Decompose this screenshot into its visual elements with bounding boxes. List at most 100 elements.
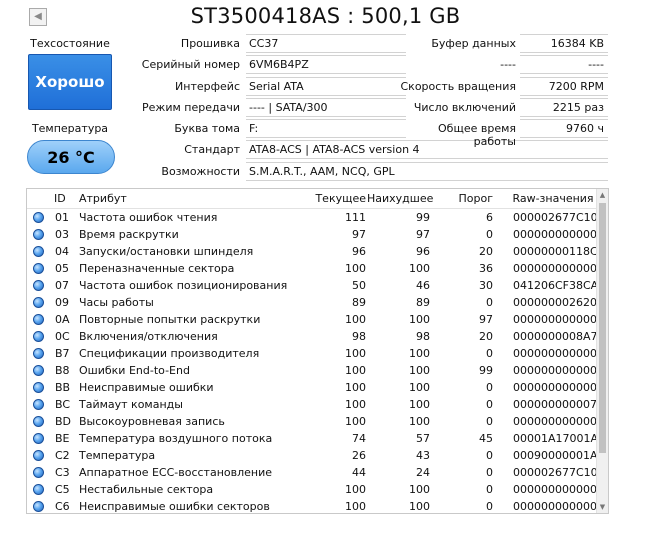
cell-raw: 000000000000 <box>513 347 597 360</box>
status-dot-icon <box>33 501 44 512</box>
title-bar: ◀ ST3500418AS : 500,1 GB <box>0 0 651 34</box>
cell-attribute: Таймаут команды <box>79 398 183 411</box>
cell-worst: 43 <box>416 449 430 462</box>
table-row[interactable]: B7 Спецификации производителя 100 100 0 00000… <box>27 345 597 362</box>
scroll-down-icon[interactable]: ▼ <box>597 501 608 513</box>
drive-letter-value: F: <box>246 119 406 138</box>
cell-worst: 98 <box>416 330 430 343</box>
col-header-threshold[interactable]: Порог <box>433 192 494 205</box>
table-row[interactable]: BD Высокоуровневая запись 100 100 0 000000000… <box>27 413 597 430</box>
temperature-badge[interactable]: 26 °C <box>27 140 115 174</box>
col-header-raw[interactable]: Raw-значения <box>509 192 597 205</box>
scroll-up-icon[interactable]: ▲ <box>597 189 608 201</box>
health-label: Техсостояние <box>30 37 110 50</box>
cell-id: C3 <box>55 466 70 479</box>
cell-worst: 46 <box>416 279 430 292</box>
cell-threshold: 20 <box>479 245 493 258</box>
table-row[interactable]: B8 Ошибки End-to-End 100 100 99 000000000000 <box>27 362 597 379</box>
power-hours-label: Общее время работы <box>438 122 516 148</box>
cell-threshold: 97 <box>479 313 493 326</box>
table-row[interactable]: C3 Аппаратное ECC-восстановление 44 24 0 0000… <box>27 464 598 481</box>
status-dot-icon <box>33 399 44 410</box>
cell-threshold: 0 <box>486 228 493 241</box>
cell-worst: 96 <box>416 245 430 258</box>
unknown-field-label: ---- <box>500 58 516 71</box>
table-row[interactable]: C2 Температура 26 43 0 00090000001A <box>27 447 598 464</box>
table-header: ID Атрибут Текущее Наихудшее Порог Raw-з… <box>27 189 597 209</box>
cell-attribute: Неисправимые ошибки секторов <box>79 500 270 513</box>
standard-label: Стандарт <box>184 143 240 156</box>
cell-id: 09 <box>55 296 69 309</box>
cell-current: 100 <box>345 262 366 275</box>
status-dot-icon <box>33 246 44 257</box>
status-dot-icon <box>33 263 44 274</box>
rotation-label: Скорость вращения <box>400 80 517 93</box>
status-dot-icon <box>33 212 44 223</box>
status-dot-icon <box>33 433 44 444</box>
cell-attribute: Часы работы <box>79 296 154 309</box>
drive-letter-label: Буква тома <box>174 122 240 135</box>
col-header-attribute[interactable]: Атрибут <box>79 192 127 205</box>
smart-table[interactable]: ID Атрибут Текущее Наихудшее Порог Raw-з… <box>26 188 609 514</box>
table-row[interactable]: 04 Запуски/остановки шпинделя 96 96 20 000000… <box>27 243 598 260</box>
cell-id: BE <box>55 432 70 445</box>
cell-raw: 000000000007 <box>513 398 597 411</box>
cell-attribute: Запуски/остановки шпинделя <box>79 245 254 258</box>
cell-current: 100 <box>345 313 366 326</box>
table-row[interactable]: 05 Переназначенные сектора 100 100 36 0000000… <box>27 260 597 277</box>
table-row[interactable]: BE Температура воздушного потока 74 57 45 000… <box>27 430 598 447</box>
status-dot-icon <box>33 297 44 308</box>
table-scrollbar[interactable]: ▲ ▼ <box>596 189 608 513</box>
cell-threshold: 0 <box>486 466 493 479</box>
cell-worst: 100 <box>409 347 430 360</box>
table-row[interactable]: 09 Часы работы 89 89 0 000000002620 <box>27 294 597 311</box>
cell-worst: 24 <box>416 466 430 479</box>
table-row[interactable]: C6 Неисправимые ошибки секторов 100 100 0 000… <box>27 498 597 513</box>
table-row[interactable]: 01 Частота ошибок чтения 111 99 6 000002677C1… <box>27 209 598 226</box>
cell-worst: 100 <box>409 381 430 394</box>
cell-id: 0A <box>55 313 70 326</box>
cell-current: 111 <box>345 211 366 224</box>
cell-attribute: Высокоуровневая запись <box>79 415 225 428</box>
status-dot-icon <box>33 365 44 376</box>
col-header-current[interactable]: Текущее <box>307 192 366 205</box>
features-label: Возможности <box>161 165 240 178</box>
table-row[interactable]: 03 Время раскрутки 97 97 0 000000000000 <box>27 226 597 243</box>
cell-threshold: 6 <box>486 211 493 224</box>
cell-current: 100 <box>345 381 366 394</box>
cell-current: 100 <box>345 500 366 513</box>
cell-id: BD <box>55 415 72 428</box>
rotation-value: 7200 RPM <box>520 77 608 96</box>
status-dot-icon <box>33 467 44 478</box>
cell-raw: 00000000118C <box>513 245 598 258</box>
interface-value: Serial ATA <box>246 77 406 96</box>
serial-value: 6VM6B4PZ <box>246 55 406 74</box>
health-status-badge[interactable]: Хорошо <box>28 54 112 110</box>
disk-title: ST3500418AS : 500,1 GB <box>190 4 461 28</box>
table-row[interactable]: BB Неисправимые ошибки 100 100 0 000000000000 <box>27 379 597 396</box>
cell-threshold: 0 <box>486 398 493 411</box>
col-header-id[interactable]: ID <box>54 192 66 205</box>
cell-threshold: 30 <box>479 279 493 292</box>
cell-attribute: Аппаратное ECC-восстановление <box>79 466 273 479</box>
cell-worst: 97 <box>416 228 430 241</box>
cell-id: 04 <box>55 245 69 258</box>
cell-raw: 000000000000 <box>513 415 597 428</box>
cell-worst: 100 <box>409 398 430 411</box>
cell-worst: 100 <box>409 313 430 326</box>
features-value: S.M.A.R.T., AAM, NCQ, GPL <box>246 162 608 181</box>
table-row[interactable]: 0A Повторные попытки раскрутки 100 100 97 000… <box>27 311 597 328</box>
interface-label: Интерфейс <box>175 80 240 93</box>
col-header-worst[interactable]: Наихудшее <box>367 192 433 205</box>
scroll-thumb[interactable] <box>599 203 606 453</box>
firmware-value: CC37 <box>246 34 406 53</box>
cell-attribute: Переназначенные сектора <box>79 262 235 275</box>
table-row[interactable]: BC Таймаут команды 100 100 0 000000000007 <box>27 396 597 413</box>
status-dot-icon <box>33 416 44 427</box>
table-row[interactable]: C5 Нестабильные сектора 100 100 0 00000000000… <box>27 481 597 498</box>
table-row[interactable]: 0C Включения/отключения 98 98 20 0000000008A7 <box>27 328 598 345</box>
cell-raw: 0000000008A7 <box>513 330 598 343</box>
cell-raw: 000000000000 <box>513 364 597 377</box>
table-row[interactable]: 07 Частота ошибок позиционирования 50 46 30 0… <box>27 277 598 294</box>
cell-threshold: 0 <box>486 500 493 513</box>
